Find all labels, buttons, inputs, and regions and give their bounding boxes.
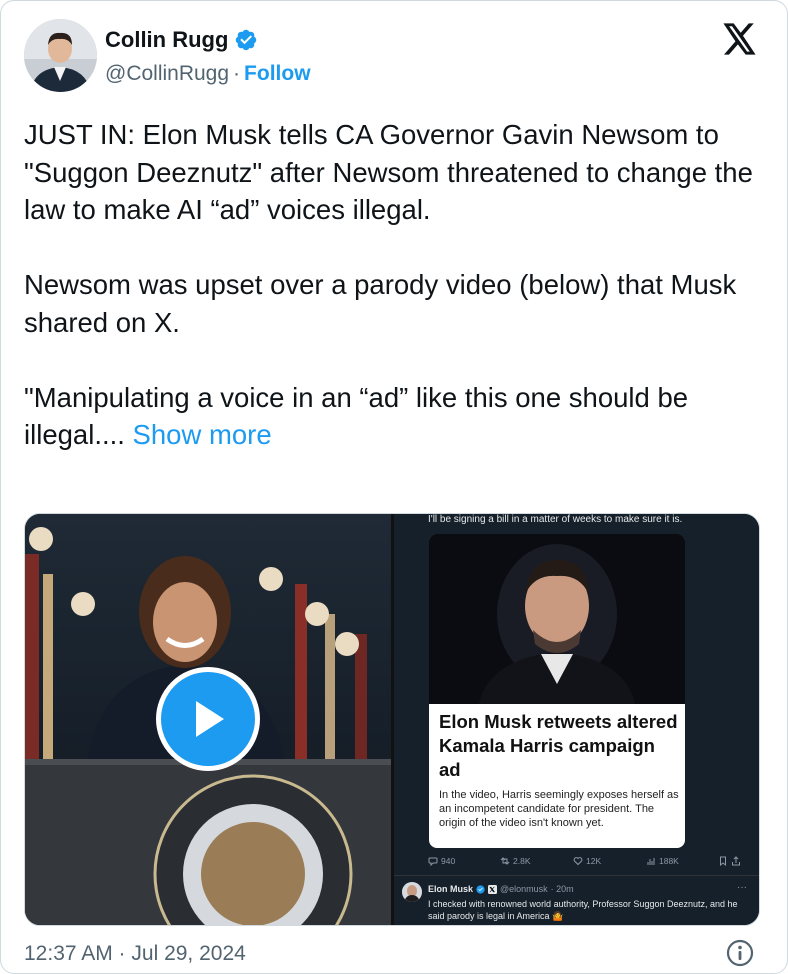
x-logo-icon[interactable] bbox=[723, 23, 757, 55]
reply-icon bbox=[428, 857, 438, 866]
heart-icon bbox=[573, 857, 583, 866]
tweet-paragraph: JUST IN: Elon Musk tells CA Governor Gav… bbox=[24, 119, 753, 225]
tweet-body: JUST IN: Elon Musk tells CA Governor Gav… bbox=[24, 116, 764, 454]
show-more-link[interactable]: Show more bbox=[133, 419, 272, 450]
tweet-paragraph-text: "Manipulating a voice in an “ad” like th… bbox=[24, 381, 689, 451]
article-card: Elon Musk retweets altered Kamala Harris… bbox=[429, 534, 685, 848]
repost-stat: 2.8K bbox=[500, 856, 531, 866]
article-headline: Elon Musk retweets altered Kamala Harris… bbox=[439, 711, 678, 780]
divider bbox=[394, 875, 759, 876]
tweet-card: Collin Rugg @CollinRugg · Follow JUST IN: … bbox=[0, 0, 788, 974]
more-options-icon: ··· bbox=[737, 882, 747, 893]
follow-button[interactable]: Follow bbox=[244, 62, 311, 85]
x-affiliate-icon bbox=[488, 884, 498, 894]
video-thumbnail[interactable] bbox=[25, 514, 391, 925]
views-stat: 188K bbox=[646, 856, 679, 866]
screenshot-image[interactable]: I'll be signing a bill in a matter of we… bbox=[394, 514, 759, 925]
tweet-timestamp[interactable]: 12:37 AM · Jul 29, 2024 bbox=[24, 942, 246, 966]
reply-author-name: Elon Musk bbox=[428, 884, 474, 894]
engagement-stats: 940 2.8K 12K 188K bbox=[428, 854, 748, 870]
views-count: 188K bbox=[659, 856, 679, 866]
author-handle[interactable]: @CollinRugg bbox=[105, 62, 229, 85]
play-button[interactable] bbox=[156, 667, 260, 771]
reply-count: 940 bbox=[441, 856, 456, 866]
screenshot-top-text: I'll be signing a bill in a matter of we… bbox=[428, 514, 683, 525]
article-summary: In the video, Harris seemingly exposes h… bbox=[439, 789, 679, 829]
reply-text: I checked with renowned world authority,… bbox=[428, 899, 738, 921]
reply-avatar bbox=[402, 882, 422, 902]
like-count: 12K bbox=[586, 856, 602, 866]
like-stat: 12K bbox=[573, 856, 601, 866]
reply-author-handle: @elonmusk bbox=[500, 884, 548, 894]
author-avatar[interactable] bbox=[24, 19, 97, 92]
repost-count: 2.8K bbox=[513, 856, 531, 866]
verified-badge-icon bbox=[476, 884, 485, 894]
bookmark-icon bbox=[720, 856, 726, 866]
actions-stat bbox=[718, 856, 741, 866]
share-icon bbox=[732, 856, 740, 866]
article-photo bbox=[429, 534, 685, 704]
reply-header: Elon Musk @elonmusk · 20m bbox=[428, 884, 574, 894]
views-icon bbox=[647, 858, 655, 865]
repost-icon bbox=[500, 857, 510, 865]
reply-stat: 940 bbox=[428, 856, 455, 866]
tweet-paragraph: Newsom was upset over a parody video (be… bbox=[24, 269, 737, 338]
media-grid: I'll be signing a bill in a matter of we… bbox=[24, 513, 760, 926]
info-icon[interactable] bbox=[726, 939, 754, 967]
play-icon bbox=[196, 701, 224, 737]
handle-separator: · bbox=[233, 62, 241, 85]
reply-time: · 20m bbox=[550, 884, 574, 894]
tweet-paragraph: "Manipulating a voice in an “ad” like th… bbox=[24, 379, 764, 454]
author-name[interactable]: Collin Rugg bbox=[105, 27, 228, 53]
verified-badge-icon bbox=[236, 29, 257, 51]
